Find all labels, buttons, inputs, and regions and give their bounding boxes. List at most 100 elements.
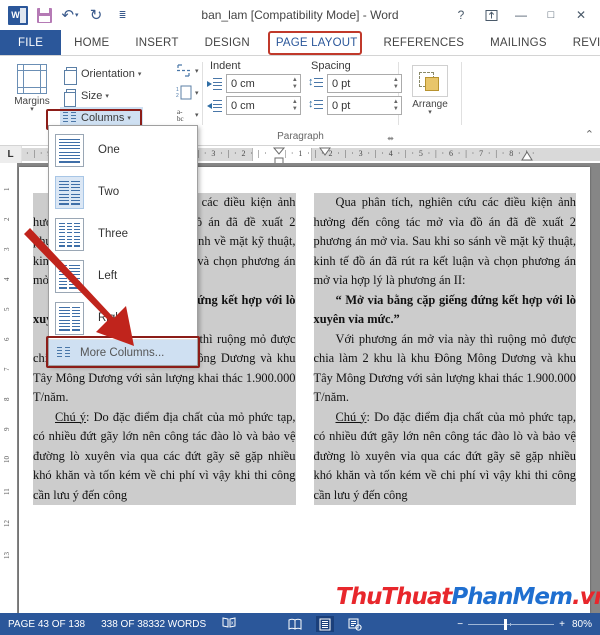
vertical-ruler[interactable]: 1 2 3 4 5 6 7 8 9 10 11 12 13 (0, 163, 17, 613)
margins-button[interactable]: Margins ▾ (4, 62, 60, 113)
quick-access-toolbar: W ↶ ▾ ↻ ≣ (0, 4, 134, 26)
redo-icon[interactable]: ↻ (84, 4, 108, 26)
spacing-before-stepper[interactable]: ▲▼ (327, 74, 402, 93)
size-caret-icon[interactable]: ▾ (105, 92, 109, 100)
web-layout-view-button[interactable] (346, 616, 364, 632)
orientation-button[interactable]: Orientation ▾ (60, 63, 143, 85)
columns-dropdown-menu[interactable]: One Two Three Left Right More Columns... (46, 125, 200, 368)
spacing-before-input[interactable] (328, 75, 391, 92)
page-indicator[interactable]: PAGE 43 OF 138 (8, 619, 85, 630)
more-columns-icon (57, 347, 71, 358)
spacing-before-icon (308, 76, 323, 90)
word-count[interactable]: 338 OF 38332 WORDS (101, 619, 206, 630)
zoom-level-label[interactable]: 80% (572, 619, 592, 630)
right-indent-marker (521, 151, 533, 161)
group-paragraph: Indent ▲▼ ▲▼ Spacing (203, 59, 402, 145)
orientation-icon (62, 66, 78, 85)
columns-menu-item-two[interactable]: Two (49, 171, 197, 213)
collapse-ribbon-icon[interactable]: ⌃ (585, 128, 594, 141)
arrange-button[interactable]: Arrange ▾ (403, 63, 457, 116)
spacing-after-input[interactable] (328, 97, 391, 114)
customize-qat-icon[interactable]: ≣ (110, 4, 134, 26)
help-button[interactable]: ? (446, 3, 476, 27)
zoom-slider[interactable]: − + (457, 618, 565, 630)
vruler-tick-10: 10 (3, 456, 11, 463)
size-button[interactable]: Size ▾ (60, 85, 143, 107)
indent-left-icon (207, 77, 222, 90)
paragraph-group-label: Paragraph (277, 131, 324, 142)
vruler-tick-8: 8 (3, 397, 11, 402)
tab-file[interactable]: FILE (0, 30, 62, 55)
right-paragraph-3: Với phương án mở vỉa này thì ruộng mỏ đư… (313, 329, 576, 408)
indent-header-label: Indent (210, 60, 241, 72)
columns-menu-item-left[interactable]: Left (49, 255, 197, 297)
columns-menu-label-right: Right (98, 312, 125, 324)
print-layout-view-button[interactable] (316, 616, 335, 632)
zoom-out-button[interactable]: − (457, 619, 463, 630)
indent-right-input[interactable] (227, 97, 290, 114)
left-column-preview-icon (55, 259, 84, 293)
columns-menu-item-right[interactable]: Right (49, 297, 197, 339)
left-chuy-label: Chú ý (55, 409, 86, 424)
tab-stop-selector[interactable]: L (0, 146, 22, 163)
breaks-button[interactable]: ▾ (174, 60, 201, 81)
vruler-tick-3: 3 (3, 247, 11, 252)
columns-caret-icon[interactable]: ▾ (127, 114, 131, 122)
left-indent-marker (319, 147, 331, 156)
spacing-after-stepper[interactable]: ▲▼ (327, 96, 402, 115)
indent-left-spin-arrows[interactable]: ▲ ▼ (290, 75, 300, 92)
vruler-tick-2: 2 (3, 217, 11, 222)
zoom-slider-track[interactable] (468, 618, 555, 630)
proofing-icon[interactable]: x (222, 616, 236, 632)
window-controls: ? — □ ✕ (446, 3, 600, 27)
line-numbers-caret-icon[interactable]: ▾ (195, 89, 199, 97)
right-paragraph-1: Qua phân tích, nghiên cứu các điều kiện … (313, 193, 576, 291)
tab-review[interactable]: REVI (560, 30, 600, 55)
zoom-slider-thumb[interactable] (504, 618, 508, 630)
columns-menu-item-three[interactable]: Three (49, 213, 197, 255)
indent-left-stepper[interactable]: ▲▼ (226, 74, 301, 93)
zoom-in-button[interactable]: + (559, 619, 565, 630)
two-column-preview-icon (55, 175, 84, 209)
tab-design[interactable]: DESIGN (192, 30, 263, 55)
document-column-right[interactable]: Qua phân tích, nghiên cứu các điều kiện … (313, 193, 576, 505)
line-numbers-button[interactable]: 12 ▾ (174, 82, 201, 103)
word-app-icon[interactable]: W (6, 4, 30, 26)
more-columns-menu-item[interactable]: More Columns... (46, 336, 200, 368)
indent-left-input[interactable] (227, 75, 290, 92)
status-bar: PAGE 43 OF 138 338 OF 38332 WORDS x − + … (0, 613, 600, 635)
save-icon[interactable] (32, 4, 56, 26)
hyphenation-icon: a-bc (176, 107, 192, 123)
columns-menu-item-one[interactable]: One (49, 129, 197, 171)
close-button[interactable]: ✕ (566, 3, 596, 27)
indent-right-spin-arrows[interactable]: ▲ ▼ (290, 97, 300, 114)
watermark-part-3: .vn (571, 584, 600, 610)
breaks-caret-icon[interactable]: ▾ (195, 67, 199, 75)
ribbon-display-options-button[interactable] (476, 3, 506, 27)
word-logo-label: W (11, 10, 20, 20)
tab-insert[interactable]: INSERT (122, 30, 191, 55)
orientation-caret-icon[interactable]: ▾ (138, 70, 142, 78)
hyphenation-button[interactable]: a-bc ▾ (174, 104, 201, 125)
tab-mailings[interactable]: MAILINGS (477, 30, 560, 55)
read-mode-view-button[interactable] (286, 616, 304, 632)
columns-menu-label-left: Left (98, 270, 118, 282)
undo-icon[interactable]: ↶ ▾ (58, 4, 82, 26)
hyphenation-caret-icon[interactable]: ▾ (195, 111, 199, 119)
spacing-after-icon (308, 98, 323, 112)
size-icon (62, 88, 78, 107)
vruler-tick-6: 6 (3, 337, 11, 342)
columns-menu-label-one: One (98, 144, 120, 156)
zoom-controls: − + 80% (457, 618, 592, 630)
indent-right-icon (207, 99, 222, 112)
maximize-button[interactable]: □ (536, 3, 566, 27)
tab-references[interactable]: REFERENCES (371, 30, 478, 55)
paragraph-dialog-launcher[interactable]: ⬌ (387, 134, 394, 143)
margins-caret-icon[interactable]: ▾ (30, 106, 34, 113)
tab-page-layout[interactable]: PAGE LAYOUT (263, 30, 371, 55)
vruler-tick-1: 1 (3, 187, 11, 192)
indent-right-stepper[interactable]: ▲▼ (226, 96, 301, 115)
tab-home[interactable]: HOME (61, 30, 122, 55)
arrange-caret-icon[interactable]: ▾ (428, 109, 432, 116)
minimize-button[interactable]: — (506, 3, 536, 27)
